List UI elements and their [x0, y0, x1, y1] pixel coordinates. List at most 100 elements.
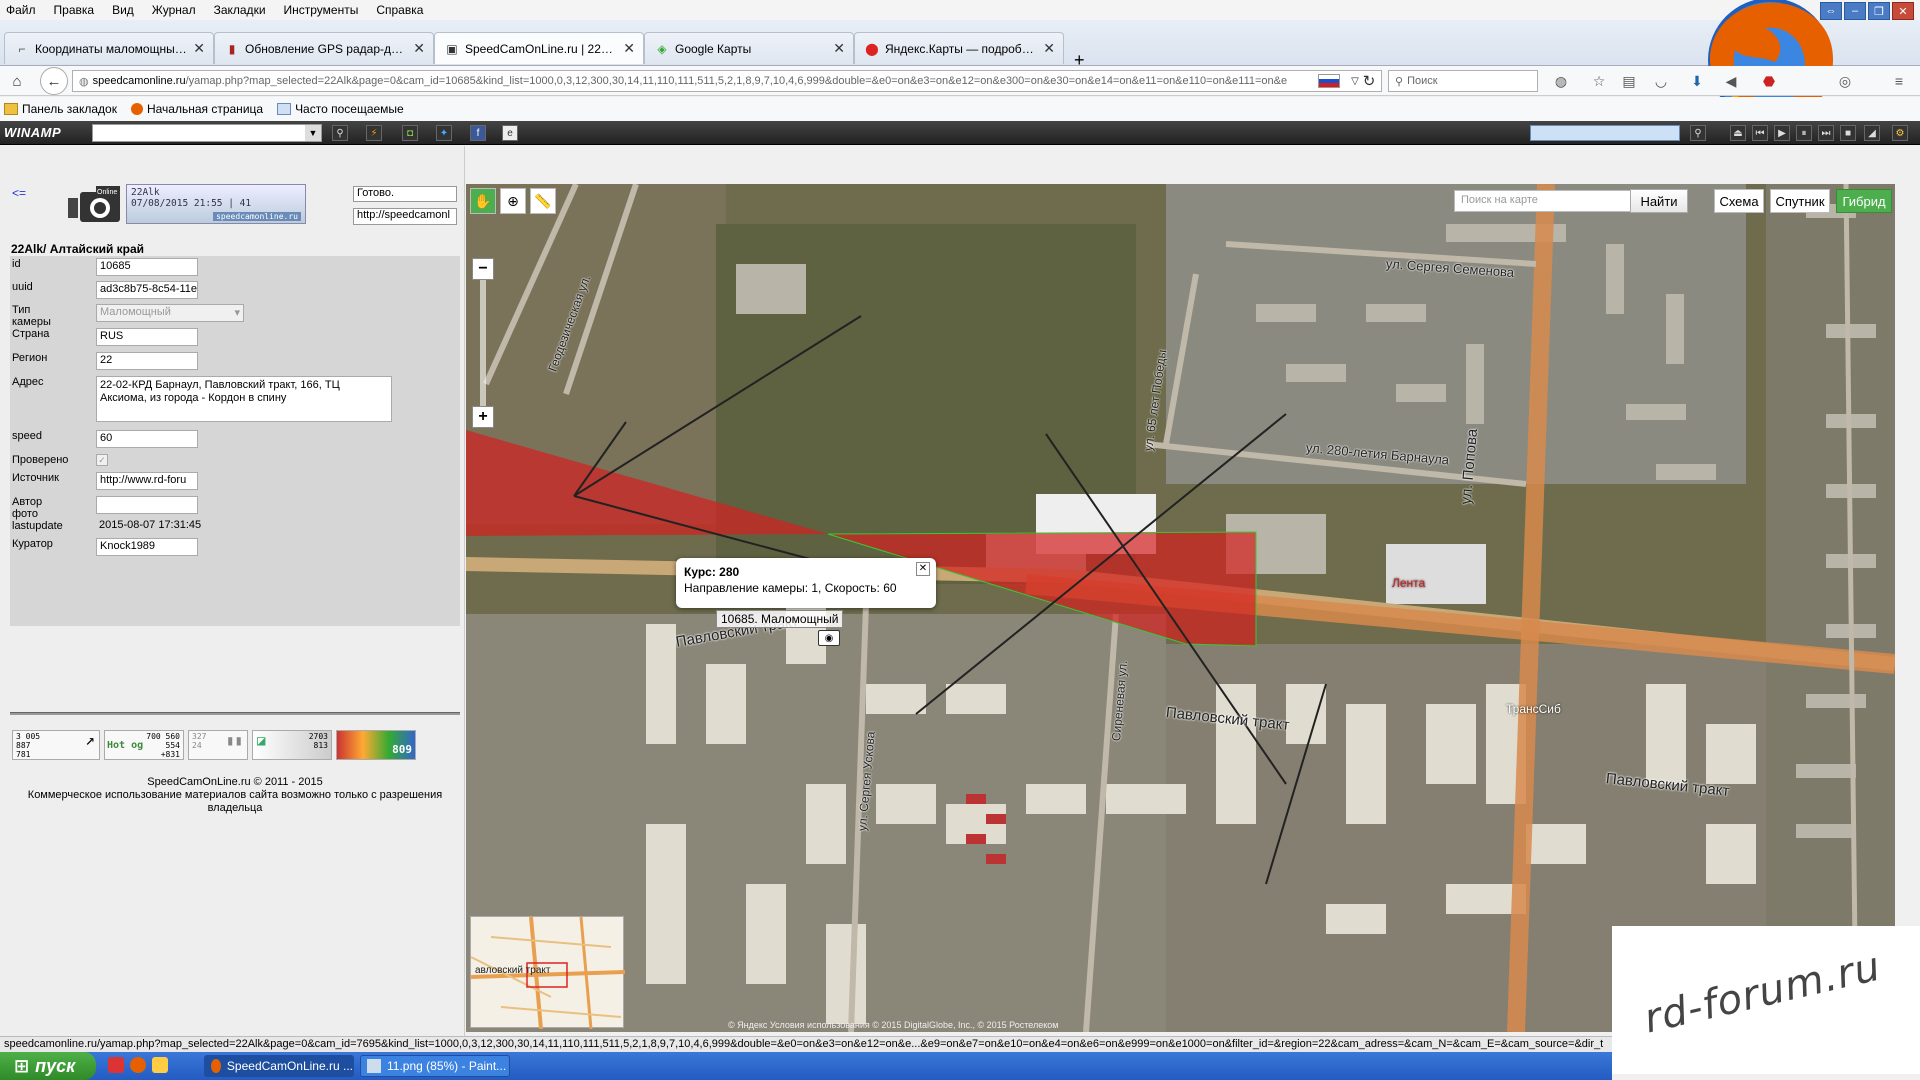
- search-icon[interactable]: ⚲: [332, 125, 348, 141]
- tab-google-maps[interactable]: ◈ Google Карты ✕: [644, 32, 854, 64]
- menu-icon[interactable]: ≡: [1890, 72, 1908, 90]
- poi-transsib[interactable]: ТрансСиб: [1506, 702, 1561, 716]
- overview-minimap[interactable]: авловский тракт: [470, 916, 625, 1029]
- previous-icon[interactable]: ⏮: [1752, 125, 1768, 141]
- bookmark-panel[interactable]: Панель закладок: [4, 102, 117, 116]
- ebay-icon[interactable]: e: [502, 125, 518, 141]
- quicklaunch-app-icon[interactable]: [108, 1057, 124, 1073]
- taskbar-item-firefox[interactable]: SpeedCamOnLine.ru ...: [204, 1055, 354, 1077]
- globe-icon[interactable]: ◍: [1552, 72, 1570, 90]
- close-icon[interactable]: ✕: [833, 40, 845, 57]
- send-icon[interactable]: ◀: [1722, 72, 1740, 90]
- winamp-track-bar[interactable]: [1530, 125, 1680, 141]
- firefox-icon[interactable]: [130, 1057, 146, 1073]
- menu-view[interactable]: Вид: [112, 3, 134, 17]
- menu-history[interactable]: Журнал: [152, 3, 196, 17]
- country-field[interactable]: RUS: [96, 328, 198, 346]
- map-type-satellite-button[interactable]: Спутник: [1770, 189, 1830, 213]
- winamp-icon[interactable]: [152, 1057, 168, 1073]
- pause-icon[interactable]: ⏸: [1796, 125, 1812, 141]
- close-icon[interactable]: ✕: [623, 40, 635, 57]
- stop-icon[interactable]: ■: [1840, 125, 1856, 141]
- map-type-scheme-button[interactable]: Схема: [1714, 189, 1764, 213]
- poi-lenta[interactable]: Лента: [1392, 576, 1425, 590]
- taskbar-item-paint[interactable]: 11.png (85%) - Paint...: [360, 1055, 510, 1077]
- camera-marker-label[interactable]: 10685. Маломощный: [716, 610, 844, 628]
- settings-gear-icon[interactable]: ⚙: [1892, 125, 1908, 141]
- zoom-tool-icon[interactable]: ⊕: [500, 188, 526, 214]
- counter-stats[interactable]: 327 24 ▮▮: [188, 730, 248, 760]
- close-icon[interactable]: ✕: [193, 40, 205, 57]
- reading-list-icon[interactable]: ▤: [1620, 72, 1638, 90]
- volume-icon[interactable]: ◢: [1864, 125, 1880, 141]
- hand-tool-icon[interactable]: ✋: [470, 188, 496, 214]
- restore-icon[interactable]: ⇔: [1820, 2, 1842, 20]
- adblock-icon[interactable]: ⬣: [1760, 72, 1778, 90]
- search-input[interactable]: ⚲ Поиск: [1388, 70, 1538, 92]
- status-url-field[interactable]: http://speedcamonl: [353, 208, 457, 225]
- region-field[interactable]: 22: [96, 352, 198, 370]
- eject-icon[interactable]: ⏏: [1730, 125, 1746, 141]
- map-type-hybrid-button[interactable]: Гибрид: [1836, 189, 1892, 213]
- winamp-icon[interactable]: ⚡: [366, 125, 382, 141]
- minimize-icon[interactable]: –: [1844, 2, 1866, 20]
- counter-hotlog[interactable]: Hot og 700 560 554 +831: [104, 730, 184, 760]
- menu-tools[interactable]: Инструменты: [284, 3, 359, 17]
- pocket-icon[interactable]: ◡: [1652, 72, 1670, 90]
- facebook-icon[interactable]: f: [470, 125, 486, 141]
- url-input[interactable]: ◍ speedcamonline.ru/yamap.php?map_select…: [72, 70, 1382, 92]
- tab-yandex-maps[interactable]: ⬤ Яндекс.Карты — подробна... ✕: [854, 32, 1064, 64]
- speed-field[interactable]: 60: [96, 430, 198, 448]
- start-button[interactable]: ⊞ пуск: [0, 1052, 96, 1080]
- back-link[interactable]: <=: [12, 186, 26, 200]
- photo-author-field[interactable]: [96, 496, 198, 514]
- menu-help[interactable]: Справка: [376, 3, 423, 17]
- zoom-slider[interactable]: [480, 280, 486, 406]
- curator-field[interactable]: Knock1989: [96, 538, 198, 556]
- menu-bookmarks[interactable]: Закладки: [214, 3, 266, 17]
- reload-icon[interactable]: ↻: [1358, 70, 1380, 92]
- tab-gps-radar[interactable]: ▮ Обновление GPS радар-дет... ✕: [214, 32, 434, 64]
- window-controls: ⇔ – ❐ ✕: [1820, 2, 1914, 20]
- map-find-button[interactable]: Найти: [1630, 189, 1688, 213]
- zoom-out-icon[interactable]: −: [472, 258, 494, 280]
- map-view[interactable]: Павловский тракт Павловский тракт Павлов…: [466, 184, 1895, 1032]
- counter-rating[interactable]: ◪ 2703 813: [252, 730, 332, 760]
- maximize-icon[interactable]: ❐: [1868, 2, 1890, 20]
- chevron-down-icon[interactable]: ▼: [305, 125, 321, 141]
- camera-marker-icon[interactable]: ◉: [818, 630, 840, 646]
- tab-rd-forum[interactable]: ⌐ Координаты маломощных р... ✕: [4, 32, 214, 64]
- bookmark-homepage[interactable]: Начальная страница: [130, 102, 263, 116]
- menu-file[interactable]: Файл: [6, 3, 36, 17]
- next-icon[interactable]: ⏭: [1818, 125, 1834, 141]
- verified-checkbox[interactable]: ✓: [96, 454, 108, 466]
- menu-edit[interactable]: Правка: [54, 3, 95, 17]
- camera-type-select[interactable]: Маломощный ▾: [96, 304, 244, 322]
- close-icon[interactable]: ✕: [1043, 40, 1055, 57]
- id-field[interactable]: 10685: [96, 258, 198, 276]
- address-textarea[interactable]: 22-02-КРД Барнаул, Павловский тракт, 166…: [96, 376, 392, 422]
- sync-icon[interactable]: ◎: [1836, 72, 1854, 90]
- twitter-icon[interactable]: ✦: [436, 125, 452, 141]
- source-field[interactable]: http://www.rd-foru: [96, 472, 198, 490]
- window-close-icon[interactable]: ✕: [1892, 2, 1914, 20]
- bookmark-frequent[interactable]: Часто посещаемые: [277, 102, 404, 116]
- uuid-field[interactable]: ad3c8b75-8c54-11e: [96, 281, 198, 299]
- speedcam-logo[interactable]: Online 22Alk 07/08/2015 21:55 | 41 speed…: [66, 184, 306, 224]
- ruler-icon[interactable]: 📏: [530, 188, 556, 214]
- android-icon[interactable]: ◘: [402, 125, 418, 141]
- map-search-input[interactable]: Поиск на карте: [1454, 190, 1632, 212]
- back-icon[interactable]: ←: [40, 67, 68, 95]
- winamp-search-input[interactable]: ▼: [92, 124, 322, 142]
- zoom-in-icon[interactable]: +: [472, 406, 494, 428]
- bookmark-star-icon[interactable]: ☆: [1590, 72, 1608, 90]
- close-icon[interactable]: ✕: [916, 562, 930, 576]
- download-icon[interactable]: ⬇: [1688, 72, 1706, 90]
- tab-speedcam[interactable]: ▣ SpeedCamOnLine.ru | 22Alk |... ✕: [434, 32, 644, 64]
- close-icon[interactable]: ✕: [413, 40, 425, 57]
- counter-weekly[interactable]: 809: [336, 730, 416, 760]
- counter-liveinternet[interactable]: 3 005 887 781 ↗: [12, 730, 100, 760]
- search-icon[interactable]: ⚲: [1690, 125, 1706, 141]
- play-icon[interactable]: ▶: [1774, 125, 1790, 141]
- home-icon[interactable]: ⌂: [6, 70, 28, 92]
